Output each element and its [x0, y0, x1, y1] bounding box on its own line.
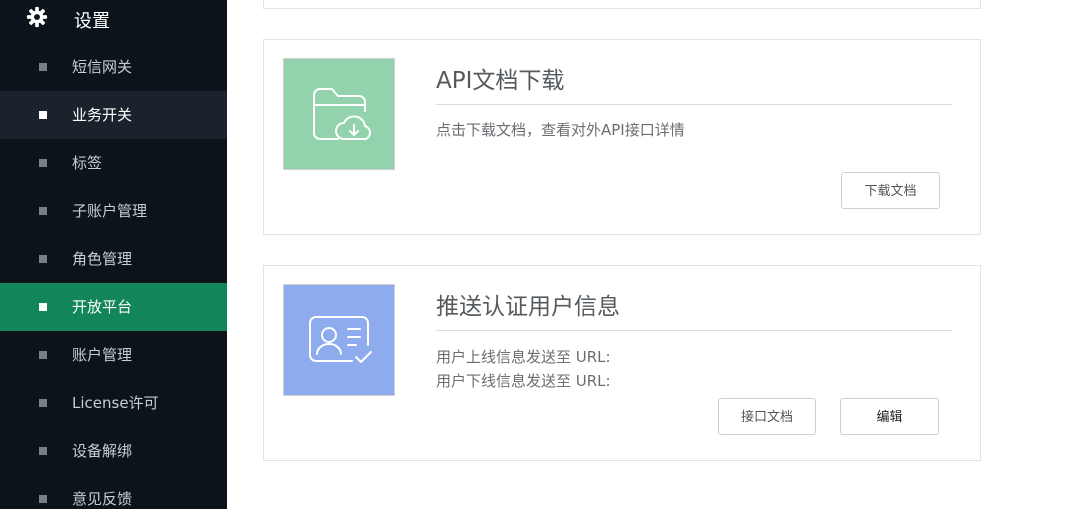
bullet-icon: [39, 159, 47, 167]
previous-card: [263, 0, 981, 9]
bullet-icon: [39, 303, 47, 311]
gear-icon: [26, 6, 48, 28]
push-auth-divider: [436, 330, 952, 331]
push-auth-thumbnail: [283, 284, 395, 396]
push-auth-card: 推送认证用户信息 用户上线信息发送至 URL: 用户下线信息发送至 URL: 接…: [263, 265, 981, 461]
sidebar-item-sub-accounts[interactable]: 子账户管理: [0, 187, 227, 235]
sidebar-item-roles[interactable]: 角色管理: [0, 235, 227, 283]
bullet-icon: [39, 495, 47, 503]
sidebar-item-label: 短信网关: [72, 58, 133, 76]
push-auth-title: 推送认证用户信息: [436, 294, 620, 320]
bullet-icon: [39, 207, 47, 215]
sidebar-item-label: 意见反馈: [72, 490, 133, 508]
bullet-icon: [39, 111, 47, 119]
api-doc-divider: [436, 104, 952, 105]
online-url-line: 用户上线信息发送至 URL:: [436, 348, 611, 366]
offline-url-line: 用户下线信息发送至 URL:: [436, 372, 611, 390]
folder-cloud-download-icon: [313, 88, 371, 140]
user-id-card-check-icon: [309, 316, 372, 363]
sidebar-item-label: 角色管理: [72, 250, 133, 268]
sidebar-item-sms-gateway[interactable]: 短信网关: [0, 43, 227, 91]
edit-button[interactable]: 编辑: [840, 398, 939, 435]
api-doc-button[interactable]: 接口文档: [718, 398, 816, 435]
sidebar-item-label: 标签: [72, 154, 103, 172]
sidebar-item-label: 开放平台: [72, 298, 133, 316]
sidebar-item-feedback[interactable]: 意见反馈: [0, 475, 227, 523]
sidebar-item-label: 业务开关: [72, 106, 133, 124]
sidebar-item-business-switch[interactable]: 业务开关: [0, 91, 227, 139]
sidebar-item-device-unbind[interactable]: 设备解绑: [0, 427, 227, 475]
bullet-icon: [39, 255, 47, 263]
api-doc-description: 点击下载文档，查看对外API接口详情: [436, 121, 685, 139]
api-doc-card: API文档下载 点击下载文档，查看对外API接口详情 下载文档: [263, 39, 981, 235]
sidebar-item-open-platform[interactable]: 开放平台: [0, 283, 227, 331]
sidebar-item-label: License许可: [72, 394, 159, 412]
api-doc-thumbnail: [283, 58, 395, 170]
sidebar-item-label: 子账户管理: [72, 202, 148, 220]
bullet-icon: [39, 447, 47, 455]
bullet-icon: [39, 63, 47, 71]
api-doc-title: API文档下载: [436, 68, 565, 94]
sidebar-item-label: 账户管理: [72, 346, 133, 364]
download-doc-button[interactable]: 下载文档: [841, 172, 940, 209]
bullet-icon: [39, 351, 47, 359]
sidebar-item-tags[interactable]: 标签: [0, 139, 227, 187]
bullet-icon: [39, 399, 47, 407]
sidebar-item-accounts[interactable]: 账户管理: [0, 331, 227, 379]
sidebar-item-license[interactable]: License许可: [0, 379, 227, 427]
sidebar-item-label: 设备解绑: [72, 442, 133, 460]
sidebar-header[interactable]: 设置: [0, 0, 227, 38]
sidebar: 设置 短信网关 业务开关 标签 子账户管理 角色管理 开放平台 账户管理 Lic…: [0, 0, 227, 509]
sidebar-title: 设置: [74, 11, 110, 32]
